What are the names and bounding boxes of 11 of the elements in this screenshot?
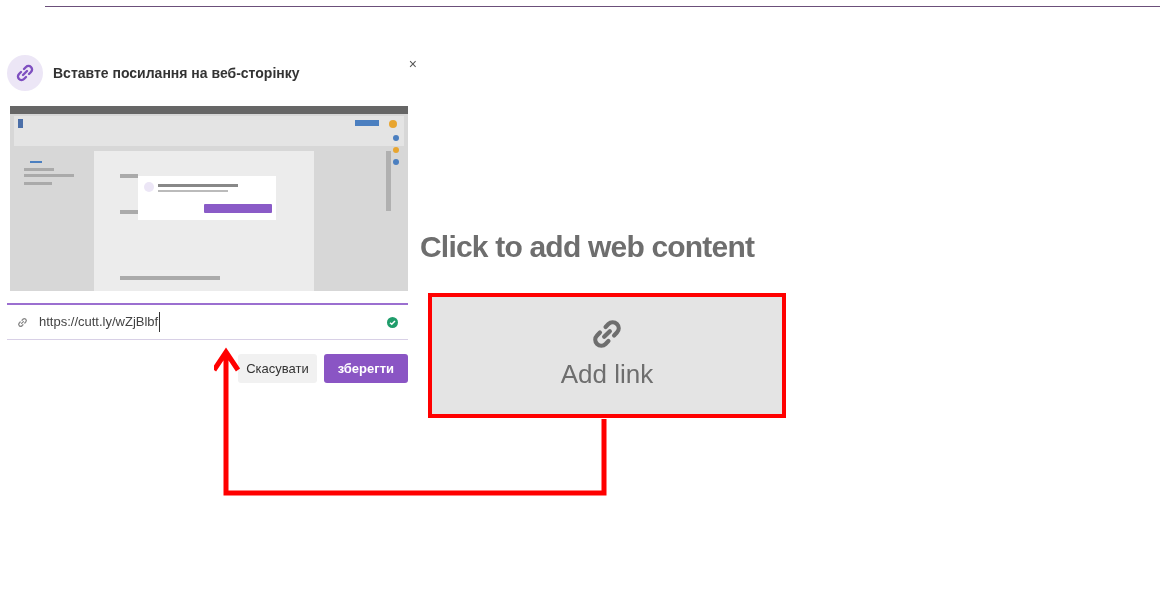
link-icon (7, 55, 43, 91)
check-icon (387, 316, 398, 328)
cancel-button[interactable]: Скасувати (238, 354, 317, 383)
close-button[interactable]: × (408, 57, 417, 71)
add-link-button[interactable]: Add link (432, 297, 782, 414)
dialog-title: Вставте посилання на веб-сторінку (53, 63, 300, 83)
web-content-heading: Click to add web content (420, 229, 756, 265)
save-button[interactable]: зберегти (323, 354, 408, 383)
link-icon (17, 316, 28, 328)
link-icon (590, 317, 624, 351)
url-field[interactable]: https://cutt.ly/wZjBlbf (7, 303, 408, 340)
